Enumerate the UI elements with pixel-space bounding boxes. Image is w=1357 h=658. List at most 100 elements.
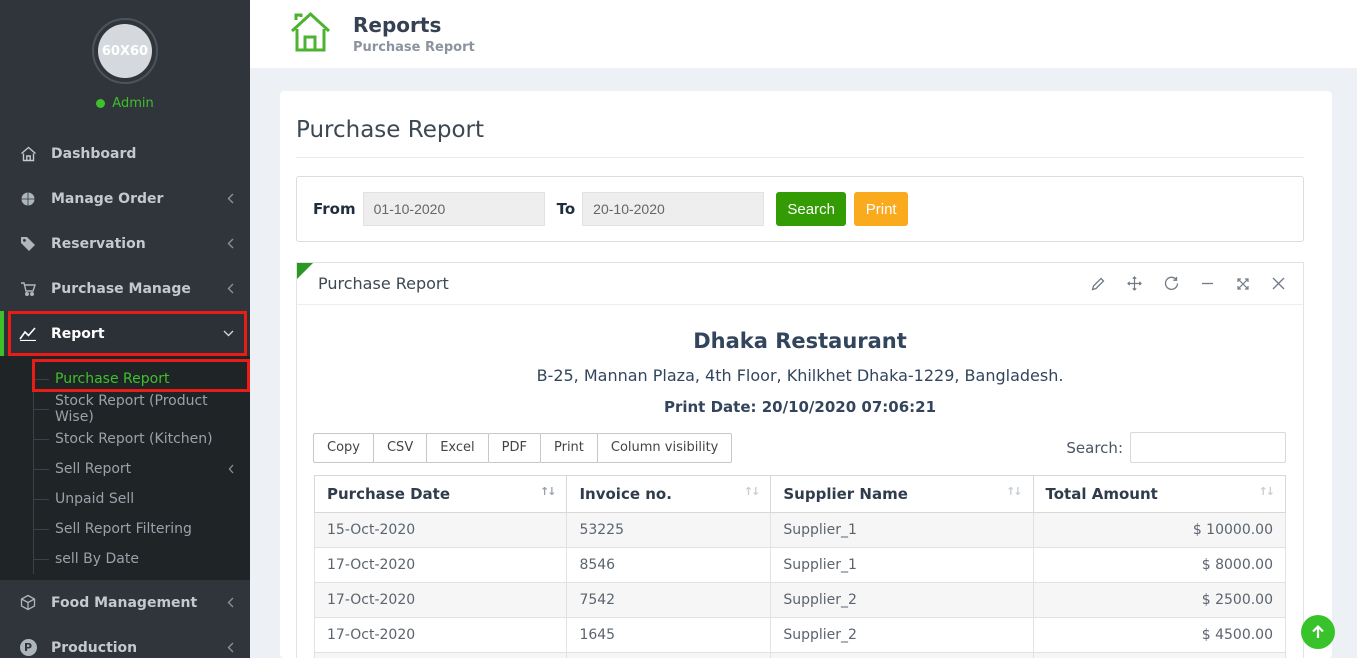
cell-purchase-date: 15-Oct-2020 [315,513,567,548]
table-search-input[interactable] [1130,432,1286,463]
scroll-to-top-button[interactable] [1301,615,1335,649]
copy-button[interactable]: Copy [313,433,374,463]
sidebar-item-production[interactable]: P Production [0,625,250,658]
move-icon[interactable] [1127,276,1142,291]
column-header-invoice-no[interactable]: ↑↓ Invoice no. [567,476,771,513]
cell-supplier-name: Supplier_1 [771,548,1033,583]
table-search-label: Search: [1066,439,1123,457]
table-row: 15-Oct-2020 53225 Supplier_1 $ 10000.00 [315,513,1286,548]
home-icon [18,146,38,162]
panel-corner-ribbon [297,263,313,279]
collapse-icon[interactable] [1201,277,1214,290]
sort-icon[interactable]: ↑↓ [540,485,554,498]
purchase-report-table: ↑↓ Purchase Date ↑↓ Invoice no. ↑↓ Suppl… [314,475,1286,658]
submenu-item-label: Stock Report (Kitchen) [55,431,234,447]
table-toolbar: Copy CSV Excel PDF Print Column visibili… [314,432,1286,463]
restaurant-info: Dhaka Restaurant B-25, Mannan Plaza, 4th… [314,329,1286,416]
sidebar-item-reservation[interactable]: Reservation [0,221,250,266]
submenu-item-label: Unpaid Sell [55,491,234,507]
table-row: 17-Oct-2020 1645 Supplier_2 $ 4500.00 [315,618,1286,653]
chevron-left-icon [227,642,234,653]
panel-toolbar [1091,276,1285,291]
submenu-item-label: Purchase Report [55,371,234,387]
cell-purchase-date: 17-Oct-2020 [315,583,567,618]
panel-title: Purchase Report [318,274,449,293]
csv-button[interactable]: CSV [373,433,427,463]
cell-supplier-name: Supplier_1 [771,513,1033,548]
sidebar-item-label: Report [51,326,223,342]
submenu-item-sell-report-filtering[interactable]: Sell Report Filtering [34,514,250,544]
breadcrumb: Purchase Report [353,40,475,55]
main-card: Purchase Report From To Search Print Pur… [280,91,1332,658]
submenu-item-label: sell By Date [55,551,234,567]
search-button[interactable]: Search [776,192,846,226]
cell-invoice-no: 1645 [567,618,771,653]
sidebar-item-label: Production [51,640,227,656]
submenu-item-stock-report-product-wise[interactable]: Stock Report (Product Wise) [34,394,250,424]
cell-supplier-name: Supplier_2 [771,583,1033,618]
avatar-ring: 60X60 [92,18,158,84]
table-search: Search: [1066,432,1286,463]
p-circle-letter: P [20,639,37,656]
report-submenu: Purchase Report Stock Report (Product Wi… [0,356,250,580]
print-table-button[interactable]: Print [540,433,598,463]
cell-invoice-no: 7596 [567,653,771,658]
page-header: Reports Purchase Report [250,0,1357,68]
submenu-item-label: Stock Report (Product Wise) [55,393,234,425]
chevron-left-icon [227,283,234,294]
sort-icon[interactable]: ↑↓ [744,485,758,498]
restaurant-address: B-25, Mannan Plaza, 4th Floor, Khilkhet … [314,366,1286,385]
excel-button[interactable]: Excel [426,433,488,463]
edit-icon[interactable] [1091,277,1105,291]
sidebar-item-label: Dashboard [51,146,234,162]
close-icon[interactable] [1272,277,1285,290]
restaurant-name: Dhaka Restaurant [314,329,1286,353]
cell-invoice-no: 8546 [567,548,771,583]
submenu-item-sell-report[interactable]: Sell Report [34,454,250,484]
sidebar-item-report[interactable]: Report [0,311,250,356]
from-label: From [313,200,356,218]
column-header-purchase-date[interactable]: ↑↓ Purchase Date [315,476,567,513]
sidebar-item-label: Purchase Manage [51,281,227,297]
purchase-report-panel: Purchase Report [296,262,1304,658]
submenu-item-unpaid-sell[interactable]: Unpaid Sell [34,484,250,514]
sort-icon[interactable]: ↑↓ [1259,485,1273,498]
from-date-input[interactable] [363,192,545,226]
tag-icon [18,236,38,252]
sidebar-item-purchase-manage[interactable]: Purchase Manage [0,266,250,311]
table-row: 17-Oct-2020 7596 Supplier_2 $ 5000.00 [315,653,1286,658]
expand-icon[interactable] [1236,277,1250,291]
sidebar-menu: Dashboard Manage Order Reservation [0,131,250,658]
online-status-icon [96,99,105,108]
chevron-left-icon [227,238,234,249]
avatar: 60X60 [98,24,152,78]
cart-icon [18,281,38,297]
pdf-button[interactable]: PDF [488,433,541,463]
chevron-left-icon [228,464,234,474]
main-area: Reports Purchase Report Purchase Report … [250,0,1357,658]
submenu-item-label: Sell Report Filtering [55,521,234,537]
to-date-input[interactable] [582,192,764,226]
refresh-icon[interactable] [1164,276,1179,291]
sphere-icon [18,191,38,207]
chevron-left-icon [227,193,234,204]
cube-icon [18,594,38,611]
cell-total-amount: $ 10000.00 [1033,513,1285,548]
sidebar-item-manage-order[interactable]: Manage Order [0,176,250,221]
submenu-item-purchase-report[interactable]: Purchase Report [34,364,250,394]
cell-purchase-date: 17-Oct-2020 [315,618,567,653]
column-header-supplier-name[interactable]: ↑↓ Supplier Name [771,476,1033,513]
table-row: 17-Oct-2020 7542 Supplier_2 $ 2500.00 [315,583,1286,618]
date-filter-bar: From To Search Print [296,176,1304,242]
sort-icon[interactable]: ↑↓ [1006,485,1020,498]
sidebar-item-dashboard[interactable]: Dashboard [0,131,250,176]
print-button[interactable]: Print [854,192,908,226]
column-visibility-button[interactable]: Column visibility [597,433,733,463]
cell-total-amount: $ 4500.00 [1033,618,1285,653]
user-panel: 60X60 Admin [0,0,250,123]
sidebar-item-food-management[interactable]: Food Management [0,580,250,625]
column-header-total-amount[interactable]: ↑↓ Total Amount [1033,476,1285,513]
submenu-item-sell-by-date[interactable]: sell By Date [34,544,250,574]
table-row: 17-Oct-2020 8546 Supplier_1 $ 8000.00 [315,548,1286,583]
submenu-item-stock-report-kitchen[interactable]: Stock Report (Kitchen) [34,424,250,454]
